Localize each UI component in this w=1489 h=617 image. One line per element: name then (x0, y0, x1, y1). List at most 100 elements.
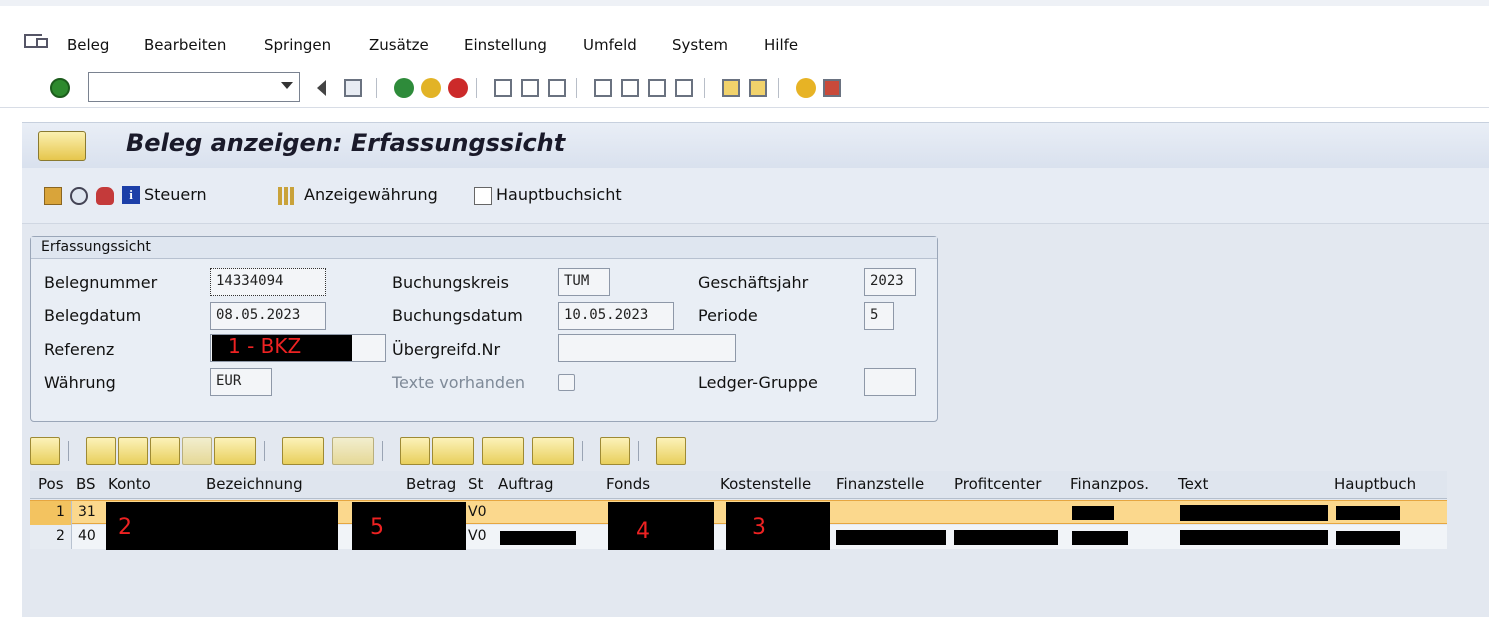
currency-icon[interactable] (278, 187, 296, 205)
col-fonds[interactable]: Fonds (606, 475, 650, 493)
sum-icon[interactable] (282, 437, 324, 465)
buchungskreis-field[interactable]: TUM (558, 268, 610, 296)
col-bezeichnung[interactable]: Bezeichnung (206, 475, 303, 493)
separator (582, 441, 583, 461)
col-hauptbuch[interactable]: Hauptbuch (1334, 475, 1416, 493)
document-icon[interactable] (44, 187, 62, 205)
geschaeftsjahr-field[interactable]: 2023 (864, 268, 916, 296)
ledger-gruppe-field[interactable] (864, 368, 916, 396)
display-icon[interactable] (70, 187, 88, 205)
uebergreifd-field[interactable] (558, 334, 736, 362)
cell-pos: 2 (56, 528, 65, 544)
menu-bar: Beleg Bearbeiten Springen Zusätze Einste… (0, 0, 1489, 60)
print-icon[interactable] (494, 79, 512, 97)
texte-vorhanden-checkbox[interactable] (558, 374, 575, 391)
sap-menu-icon[interactable] (24, 34, 48, 48)
print-preview-icon[interactable] (400, 437, 430, 465)
col-st[interactable]: St (468, 475, 483, 493)
row-selector[interactable] (30, 525, 72, 549)
find-next-icon[interactable] (548, 79, 566, 97)
anzeigewaehrung-button[interactable]: Anzeigewährung (304, 185, 438, 204)
redaction-box (1072, 531, 1128, 545)
find-icon[interactable] (521, 79, 539, 97)
save-icon[interactable] (344, 79, 362, 97)
col-auftrag[interactable]: Auftrag (498, 475, 554, 493)
hat-icon[interactable] (96, 187, 114, 205)
filter-icon[interactable] (214, 437, 256, 465)
steuern-button[interactable]: Steuern (144, 185, 207, 204)
info-icon[interactable] (656, 437, 686, 465)
enter-icon[interactable] (50, 78, 70, 98)
col-bs[interactable]: BS (76, 475, 96, 493)
chevron-down-icon[interactable] (281, 82, 293, 89)
menu-bearbeiten[interactable]: Bearbeiten (144, 36, 226, 54)
belegdatum-field[interactable]: 08.05.2023 (210, 302, 326, 330)
ledger-icon[interactable] (474, 187, 492, 205)
redaction-box (1180, 530, 1328, 545)
periode-label: Periode (698, 306, 758, 325)
layout-icon[interactable] (532, 437, 574, 465)
col-pos[interactable]: Pos (38, 475, 64, 493)
export-icon[interactable] (482, 437, 524, 465)
menu-einstellung[interactable]: Einstellung (464, 36, 547, 54)
cancel-icon[interactable] (448, 78, 468, 98)
menu-springen[interactable]: Springen (264, 36, 331, 54)
separator (382, 441, 383, 461)
referenz-annotation: 1 - BKZ (228, 334, 302, 358)
cell-st: V0 (468, 528, 487, 544)
col-profitcenter[interactable]: Profitcenter (954, 475, 1041, 493)
last-page-icon[interactable] (675, 79, 693, 97)
separator (264, 441, 265, 461)
separator (68, 441, 69, 461)
buchungsdatum-label: Buchungsdatum (392, 306, 523, 325)
belegnummer-field[interactable]: 14334094 (210, 268, 326, 296)
hauptbuchsicht-button[interactable]: Hauptbuchsicht (496, 185, 622, 204)
shortcut-icon[interactable] (749, 79, 767, 97)
command-field[interactable] (88, 72, 300, 102)
col-betrag[interactable]: Betrag (406, 475, 456, 493)
belegnummer-label: Belegnummer (44, 273, 158, 292)
betrag-annotation: 5 (370, 515, 384, 540)
col-kostenstelle[interactable]: Kostenstelle (720, 475, 811, 493)
back-icon[interactable] (394, 78, 414, 98)
separator (576, 78, 577, 98)
find-icon[interactable] (150, 437, 180, 465)
exit-icon[interactable] (421, 78, 441, 98)
graphic-icon[interactable] (600, 437, 630, 465)
col-text[interactable]: Text (1178, 475, 1208, 493)
menu-zusaetze[interactable]: Zusätze (369, 36, 429, 54)
waehrung-field[interactable]: EUR (210, 368, 272, 396)
separator (376, 78, 377, 98)
sort-descending-icon[interactable] (118, 437, 148, 465)
new-session-icon[interactable] (722, 79, 740, 97)
arrow-left-icon[interactable] (317, 80, 326, 96)
menu-system[interactable]: System (672, 36, 728, 54)
menu-beleg[interactable]: Beleg (67, 36, 109, 54)
row-selector[interactable] (30, 501, 72, 525)
views-icon[interactable] (432, 437, 474, 465)
details-icon[interactable] (30, 437, 60, 465)
customize-layout-icon[interactable] (823, 79, 841, 97)
redaction-box (1180, 505, 1328, 521)
info-icon[interactable]: i (122, 186, 140, 204)
find-next-icon[interactable] (182, 437, 212, 465)
waehrung-label: Währung (44, 373, 116, 392)
redaction-box (1072, 506, 1114, 520)
menu-umfeld[interactable]: Umfeld (583, 36, 637, 54)
help-icon[interactable] (796, 78, 816, 98)
grid-toolbar (30, 437, 1485, 469)
screen-menu-button[interactable] (38, 131, 86, 161)
subtotal-icon[interactable] (332, 437, 374, 465)
col-finanzpos[interactable]: Finanzpos. (1070, 475, 1149, 493)
ledger-gruppe-label: Ledger-Gruppe (698, 373, 818, 392)
sort-ascending-icon[interactable] (86, 437, 116, 465)
cell-pos: 1 (56, 504, 65, 520)
col-konto[interactable]: Konto (108, 475, 151, 493)
menu-hilfe[interactable]: Hilfe (764, 36, 798, 54)
periode-field[interactable]: 5 (864, 302, 894, 330)
next-page-icon[interactable] (648, 79, 666, 97)
first-page-icon[interactable] (594, 79, 612, 97)
col-finanzstelle[interactable]: Finanzstelle (836, 475, 924, 493)
buchungsdatum-field[interactable]: 10.05.2023 (558, 302, 674, 330)
previous-page-icon[interactable] (621, 79, 639, 97)
